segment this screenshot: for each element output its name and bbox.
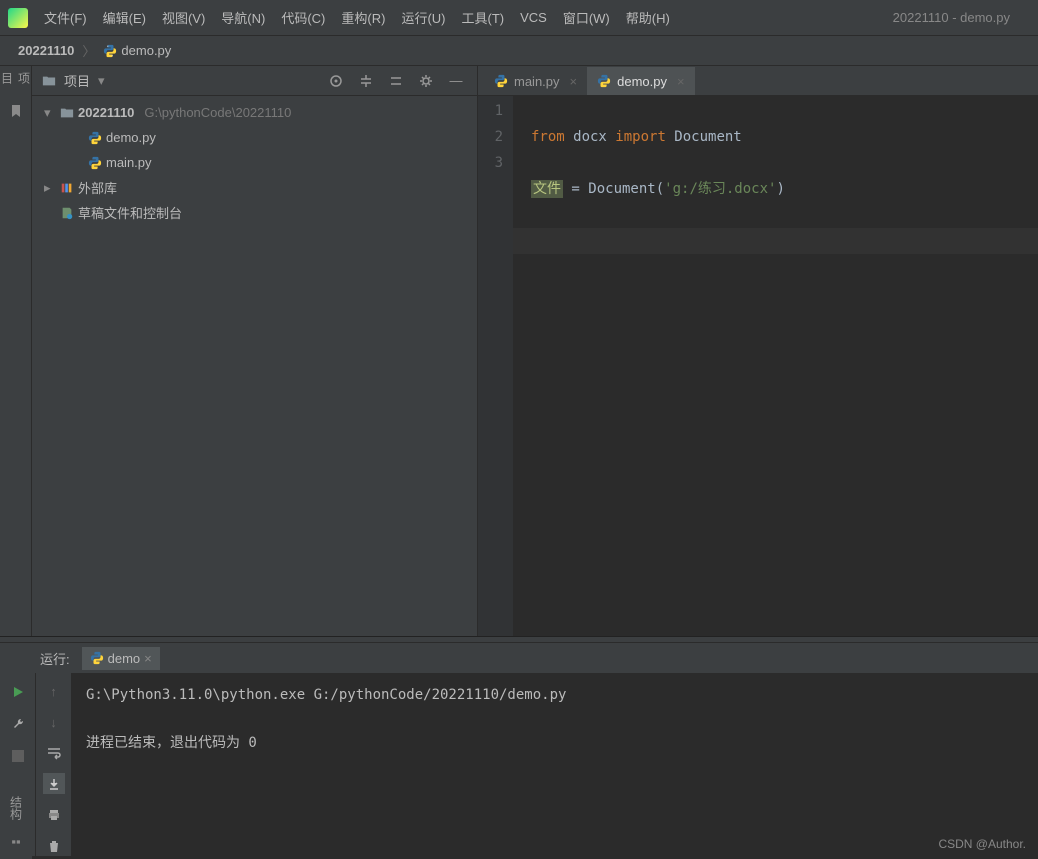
project-tool-label: 项目 — [0, 72, 33, 90]
tab-demo-label: demo.py — [617, 74, 667, 89]
line-number: 1 — [478, 98, 503, 124]
menu-tools[interactable]: 工具(T) — [461, 8, 504, 27]
tree-external-libs-label: 外部库 — [78, 178, 117, 197]
menu-run[interactable]: 运行(U) — [401, 8, 445, 27]
tree-root-name: 20221110 — [78, 105, 134, 120]
tree-scratches[interactable]: 草稿文件和控制台 — [32, 200, 477, 225]
chevron-right-icon[interactable]: ▸ — [44, 180, 56, 196]
tree-scratches-label: 草稿文件和控制台 — [78, 203, 182, 222]
watermark: CSDN @Author. — [938, 837, 1026, 851]
collapse-all-icon[interactable] — [385, 70, 407, 92]
run-panel: 运行: demo × ↑ ↓ G:\Python3.11.0\python.ex… — [0, 642, 1038, 856]
up-arrow-icon[interactable]: ↑ — [43, 681, 65, 702]
python-file-icon — [103, 44, 117, 58]
library-icon — [60, 181, 74, 195]
python-file-icon — [88, 131, 102, 145]
run-button[interactable] — [7, 681, 29, 703]
line-gutter: 1 2 3 — [478, 96, 513, 636]
project-panel-title: 项目 — [64, 71, 90, 90]
run-tab-demo[interactable]: demo × — [82, 647, 160, 670]
tree-root-path: G:\pythonCode\20221110 — [144, 105, 291, 120]
structure-tool-button[interactable]: 结构 — [8, 796, 25, 820]
menu-edit[interactable]: 编辑(E) — [103, 8, 146, 27]
left-tool-gutter: 项目 — [0, 66, 32, 636]
chevron-down-icon[interactable]: ▾ — [98, 73, 105, 89]
breadcrumb: 20221110 〉 demo.py — [0, 36, 1038, 66]
close-icon[interactable]: × — [144, 651, 152, 666]
trash-icon[interactable] — [43, 835, 65, 856]
scratch-icon — [60, 206, 74, 220]
menu-view[interactable]: 视图(V) — [162, 8, 205, 27]
menubar: 文件(F) 编辑(E) 视图(V) 导航(N) 代码(C) 重构(R) 运行(U… — [0, 0, 1038, 36]
structure-icon[interactable]: ▪▪ — [11, 834, 20, 849]
project-view-icon — [42, 74, 56, 88]
menu-window[interactable]: 窗口(W) — [563, 8, 610, 27]
gear-icon[interactable] — [415, 70, 437, 92]
line-number: 3 — [478, 150, 503, 176]
expand-all-icon[interactable] — [355, 70, 377, 92]
project-tree: ▾ 20221110 G:\pythonCode\20221110 demo.p… — [32, 96, 477, 229]
console-line: G:\Python3.11.0\python.exe G:/pythonCode… — [86, 683, 1024, 707]
left-bottom-gutter: 结构 ▪▪ — [0, 769, 32, 859]
run-panel-tabs: 运行: demo × — [0, 643, 1038, 673]
python-file-icon — [597, 74, 611, 88]
console-output[interactable]: G:\Python3.11.0\python.exe G:/pythonCode… — [72, 673, 1038, 856]
app-logo-icon — [8, 8, 28, 28]
tab-main-label: main.py — [514, 74, 560, 89]
code-line-1: from docx import Document — [531, 124, 1038, 150]
python-file-icon — [88, 156, 102, 170]
tab-main[interactable]: main.py × — [484, 67, 587, 95]
tree-root[interactable]: ▾ 20221110 G:\pythonCode\20221110 — [32, 100, 477, 125]
scroll-to-end-icon[interactable] — [43, 773, 65, 794]
project-tool-button[interactable]: 项目 — [7, 72, 25, 90]
tree-file-main[interactable]: main.py — [32, 150, 477, 175]
code-line-3 — [513, 228, 1038, 254]
main-area: 项目 项目 ▾ — ▾ 20221110 G:\pythonCode\20221… — [0, 66, 1038, 636]
breadcrumb-file-label: demo.py — [121, 43, 171, 58]
tab-demo[interactable]: demo.py × — [587, 67, 694, 95]
menu-vcs[interactable]: VCS — [520, 10, 547, 25]
window-title: 20221110 - demo.py — [893, 10, 1010, 25]
run-label: 运行: — [40, 649, 70, 668]
menu-refactor[interactable]: 重构(R) — [341, 8, 385, 27]
console-actions-column: ↑ ↓ — [36, 673, 72, 856]
menu-code[interactable]: 代码(C) — [281, 8, 325, 27]
tree-external-libs[interactable]: ▸ 外部库 — [32, 175, 477, 200]
menu-navigate[interactable]: 导航(N) — [221, 8, 265, 27]
python-file-icon — [90, 651, 104, 665]
bookmarks-icon[interactable] — [7, 102, 25, 120]
stop-button[interactable] — [7, 745, 29, 767]
code-editor[interactable]: 1 2 3 from docx import Document 文件 = Doc… — [478, 96, 1038, 636]
run-panel-body: ↑ ↓ G:\Python3.11.0\python.exe G:/python… — [0, 673, 1038, 856]
code-content[interactable]: from docx import Document 文件 = Document(… — [513, 96, 1038, 636]
chevron-down-icon[interactable]: ▾ — [44, 105, 56, 121]
tree-file-demo[interactable]: demo.py — [32, 125, 477, 150]
tree-file-label: main.py — [106, 155, 152, 170]
hide-panel-icon[interactable]: — — [445, 70, 467, 92]
print-icon[interactable] — [43, 804, 65, 825]
editor-area: main.py × demo.py × 1 2 3 from docx impo… — [478, 66, 1038, 636]
code-line-2: 文件 = Document('g:/练习.docx') — [531, 176, 1038, 202]
soft-wrap-icon[interactable] — [43, 743, 65, 764]
wrench-icon[interactable] — [7, 713, 29, 735]
close-icon[interactable]: × — [677, 74, 685, 89]
menu-file[interactable]: 文件(F) — [44, 8, 87, 27]
locate-icon[interactable] — [325, 70, 347, 92]
breadcrumb-file[interactable]: demo.py — [103, 43, 171, 58]
breadcrumb-project[interactable]: 20221110 — [18, 43, 74, 58]
breadcrumb-project-label: 20221110 — [18, 43, 74, 58]
project-panel-header: 项目 ▾ — — [32, 66, 477, 96]
down-arrow-icon[interactable]: ↓ — [43, 712, 65, 733]
breadcrumb-separator-icon: 〉 — [82, 41, 95, 60]
tree-file-label: demo.py — [106, 130, 156, 145]
line-number: 2 — [478, 124, 503, 150]
project-panel: 项目 ▾ — ▾ 20221110 G:\pythonCode\20221110… — [32, 66, 478, 636]
python-file-icon — [494, 74, 508, 88]
close-icon[interactable]: × — [570, 74, 578, 89]
editor-tabs: main.py × demo.py × — [478, 66, 1038, 96]
run-tab-label: demo — [108, 651, 141, 666]
console-line: 进程已结束，退出代码为 0 — [86, 731, 1024, 755]
menu-help[interactable]: 帮助(H) — [626, 8, 670, 27]
folder-icon — [60, 106, 74, 120]
